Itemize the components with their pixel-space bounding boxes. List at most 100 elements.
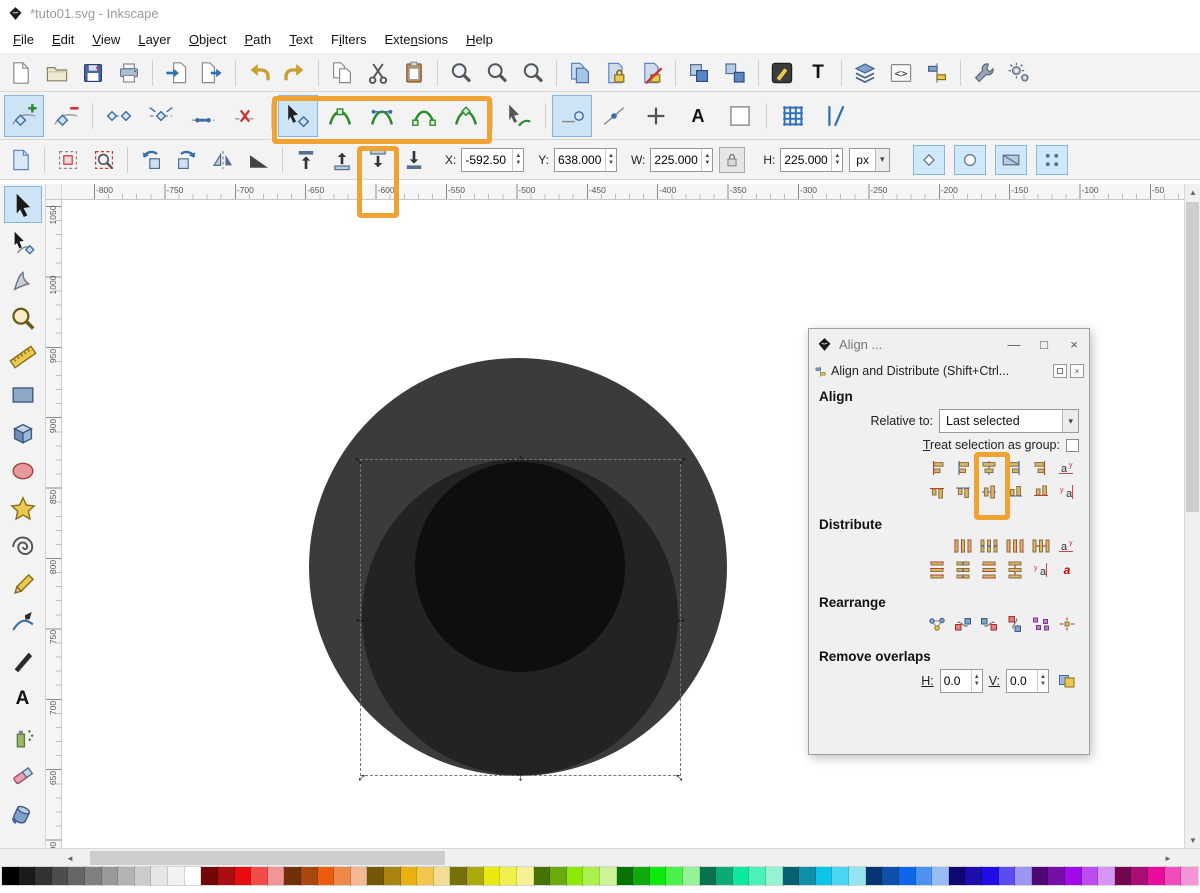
raise-button[interactable] [325, 144, 359, 176]
overlap-h-input[interactable] [940, 674, 971, 688]
selection-handle[interactable]: ↕ [517, 453, 524, 466]
palette-swatch[interactable] [665, 866, 684, 886]
palette-swatch[interactable] [1030, 866, 1050, 886]
cut-button[interactable] [361, 57, 395, 89]
menu-edit[interactable]: Edit [43, 28, 83, 51]
tool-selector[interactable] [3, 186, 42, 223]
palette-swatch[interactable] [216, 866, 236, 886]
palette-swatch[interactable] [183, 866, 203, 886]
palette-swatch[interactable] [366, 866, 385, 886]
palette-swatch[interactable] [947, 866, 967, 886]
horizontal-scrollbar[interactable]: ◄ ► [0, 848, 1200, 866]
vertical-scrollbar[interactable]: ▲ ▼ [1184, 184, 1200, 848]
palette-swatch[interactable] [814, 866, 834, 886]
unlink-clone-button[interactable] [635, 57, 669, 89]
palette-swatch[interactable] [582, 866, 601, 886]
palette-swatch[interactable] [864, 866, 884, 886]
undo-button[interactable] [242, 57, 276, 89]
vertical-ruler[interactable]: 1050 1000 950 900 850 800 750 700 650 600 [46, 200, 62, 848]
palette-swatch[interactable] [648, 866, 668, 886]
palette-swatch[interactable] [1180, 866, 1199, 886]
distribute-centers-v-button[interactable] [951, 559, 975, 581]
insert-node-button[interactable] [4, 94, 44, 137]
palette-swatch[interactable] [565, 866, 585, 886]
menu-path[interactable]: Path [235, 28, 280, 51]
lower-button[interactable] [361, 144, 395, 176]
palette-swatch[interactable] [632, 866, 651, 886]
align-text-anchor-h-button[interactable] [1055, 457, 1079, 479]
palette-swatch[interactable] [931, 866, 950, 886]
minimize-button[interactable]: — [1007, 337, 1021, 352]
palette-swatch[interactable] [715, 866, 734, 886]
center-on-horizontal-axis-button[interactable] [977, 481, 1001, 503]
fill-stroke-button[interactable] [765, 57, 799, 89]
ungroup-button[interactable] [718, 57, 752, 89]
palette-swatch[interactable] [781, 866, 801, 886]
create-clone-button[interactable] [599, 57, 633, 89]
palette-swatch[interactable] [50, 866, 70, 886]
palette-swatch[interactable] [432, 866, 452, 886]
next-path-effect-button[interactable] [636, 95, 676, 137]
tool-text[interactable]: A [4, 680, 42, 717]
palette-swatch[interactable] [997, 866, 1017, 886]
palette-swatch[interactable] [831, 866, 851, 886]
distribute-text-h-button[interactable] [1055, 535, 1079, 557]
palette-swatch[interactable] [349, 866, 369, 886]
group-button[interactable] [682, 57, 716, 89]
palette-swatch[interactable] [449, 866, 469, 886]
dock-button[interactable] [1053, 364, 1067, 378]
palette-swatch[interactable] [482, 866, 502, 886]
new-document-button[interactable] [4, 57, 38, 89]
tool-ellipse[interactable] [4, 452, 42, 489]
menu-help[interactable]: Help [457, 28, 502, 51]
align-left-edges-button[interactable] [951, 457, 975, 479]
lower-to-bottom-button[interactable] [397, 144, 431, 176]
scroll-up-arrow[interactable]: ▲ [1185, 184, 1200, 200]
palette-swatch[interactable] [466, 866, 485, 886]
preferences-button[interactable] [1003, 57, 1037, 89]
menu-filters[interactable]: Filters [322, 28, 375, 51]
randomize-centers-button[interactable] [1029, 613, 1053, 635]
tool-spiral[interactable] [4, 528, 42, 565]
tool-rectangle[interactable] [4, 376, 42, 413]
vertical-scroll-thumb[interactable] [1186, 202, 1199, 512]
import-button[interactable] [159, 57, 193, 89]
palette-swatch[interactable] [233, 866, 253, 886]
palette-swatch[interactable] [84, 866, 103, 886]
object-to-path-button[interactable] [499, 95, 539, 137]
grid-button[interactable] [773, 95, 813, 137]
palette-swatch[interactable] [1147, 866, 1166, 886]
menu-text[interactable]: Text [280, 28, 322, 51]
menu-layer[interactable]: Layer [129, 28, 180, 51]
palette-swatch[interactable] [532, 866, 552, 886]
h-spin-arrows[interactable]: ▲ ▼ [831, 148, 842, 171]
tool-star[interactable] [4, 490, 42, 527]
unclump-button[interactable] [1055, 613, 1079, 635]
rotate-cw-button[interactable] [170, 144, 204, 176]
horizontal-ruler[interactable]: -800 -750 -700 -650 -600 -550 -500 -450 -400 -350… [62, 184, 1184, 200]
palette-swatch[interactable] [299, 866, 319, 886]
palette-swatch[interactable] [1064, 866, 1083, 886]
close-tab-button[interactable]: × [1070, 364, 1084, 378]
close-button[interactable]: × [1067, 337, 1081, 352]
tool-eraser[interactable] [4, 756, 42, 793]
tool-tweak[interactable] [4, 262, 42, 299]
tool-zoom[interactable] [4, 300, 42, 337]
palette-swatch[interactable] [333, 866, 352, 886]
relative-to-select[interactable]: Last selected ▾ [939, 409, 1079, 433]
delete-node-button[interactable] [46, 95, 86, 137]
guides-button[interactable] [815, 95, 855, 137]
node-line-to-curve-button[interactable] [446, 95, 486, 137]
rearrange-graph-button[interactable] [925, 613, 949, 635]
redo-button[interactable] [278, 57, 312, 89]
print-button[interactable] [112, 57, 146, 89]
tool-node[interactable] [4, 224, 42, 261]
selection-handle[interactable]: ↕ [517, 770, 524, 783]
tool-calligraphy[interactable] [4, 642, 42, 679]
tool-fill[interactable] [4, 794, 42, 831]
palette-swatch[interactable] [133, 866, 153, 886]
distribute-equal-gaps-h-button[interactable] [1029, 535, 1053, 557]
paste-button[interactable] [397, 57, 431, 89]
text-editor-button[interactable]: T [801, 57, 835, 89]
palette-swatch[interactable] [1, 866, 20, 886]
